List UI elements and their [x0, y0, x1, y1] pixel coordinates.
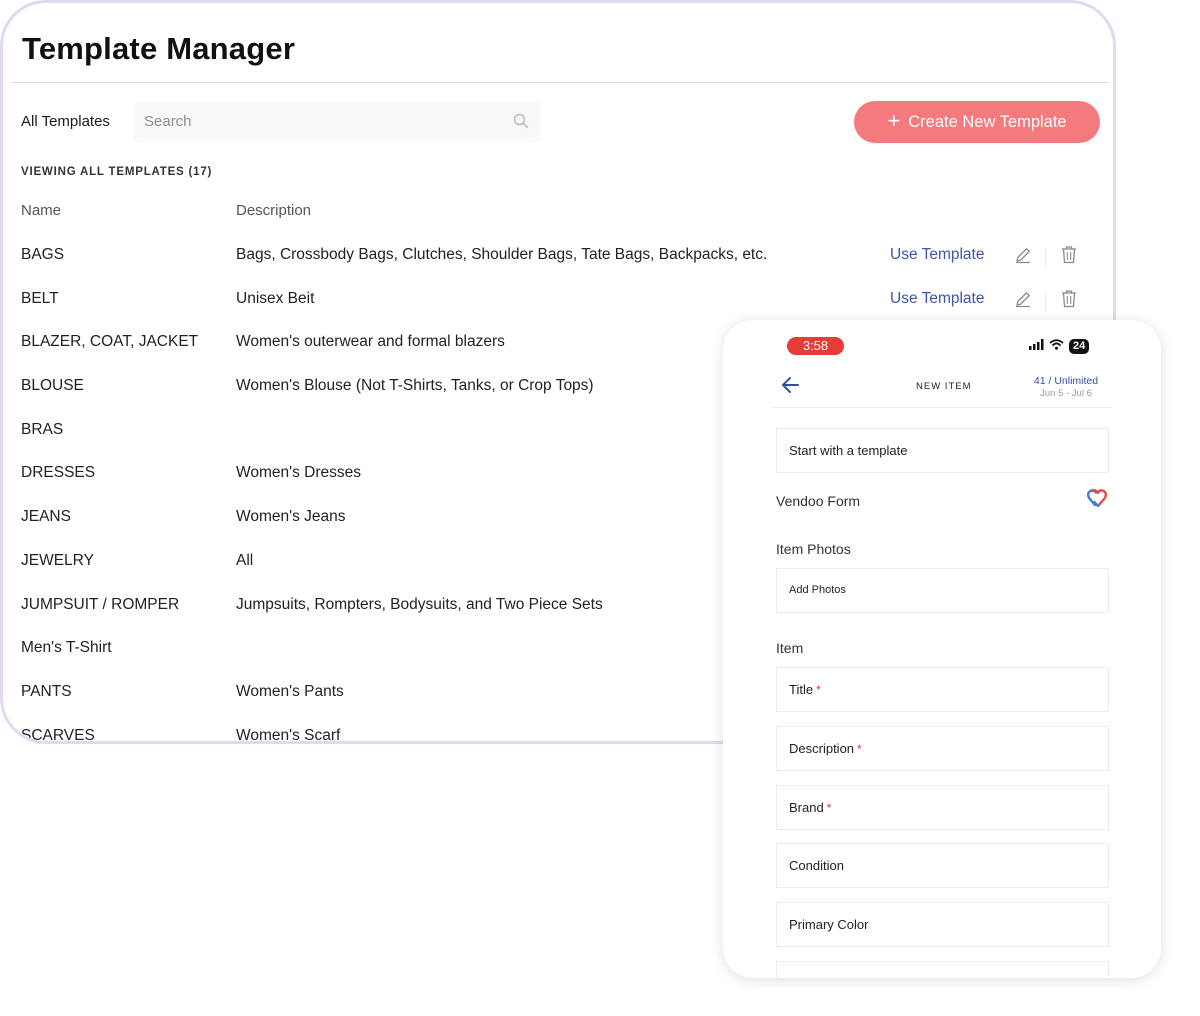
create-button-label: Create New Template [908, 112, 1067, 131]
description-field-label: Description [789, 741, 855, 756]
column-header-description: Description [236, 202, 312, 219]
brand-field[interactable]: Brand * [776, 785, 1109, 830]
primary-color-field-label: Primary Color [789, 917, 869, 932]
item-photos-label: Item Photos [776, 541, 851, 557]
status-icons: 24 [1029, 337, 1090, 355]
template-name: JUMPSUIT / ROMPER [21, 595, 180, 613]
signal-icon [1029, 337, 1044, 355]
plus-icon: + [887, 108, 901, 133]
usage-range: Jun 5 - Jul 6 [1040, 388, 1092, 399]
nav-title: NEW ITEM [916, 381, 972, 392]
delete-trash-icon[interactable] [1061, 289, 1077, 313]
condition-field[interactable]: Condition [776, 843, 1109, 888]
battery-indicator: 24 [1069, 338, 1090, 354]
condition-field-label: Condition [789, 858, 844, 873]
required-mark: * [826, 801, 832, 815]
divider [11, 82, 1109, 83]
table-header: Name Description [21, 202, 1091, 232]
back-arrow-icon[interactable] [781, 377, 799, 398]
title-field-label: Title [789, 682, 814, 697]
item-section-label: Item [776, 640, 804, 656]
create-new-template-button[interactable]: + Create New Template [854, 101, 1100, 143]
template-description: Women's Pants [236, 682, 344, 700]
vendoo-form-label: Vendoo Form [776, 493, 861, 509]
brand-field-label: Brand [789, 800, 824, 815]
edit-pencil-icon[interactable] [1014, 290, 1032, 313]
usage-count: 41 / Unlimited [1033, 375, 1099, 387]
table-row: BELT Unisex Beit Use Template [3, 280, 1113, 324]
title-field[interactable]: Title * [776, 667, 1109, 712]
table-row: BAGS Bags, Crossbody Bags, Clutches, Shou… [3, 236, 1113, 280]
start-with-template-button[interactable]: Start with a template [776, 428, 1109, 473]
description-field[interactable]: Description * [776, 726, 1109, 771]
search-icon[interactable] [513, 113, 529, 134]
next-field-partial[interactable] [776, 961, 1109, 978]
divider [771, 407, 1113, 408]
required-mark: * [816, 683, 821, 697]
search-box [134, 101, 540, 142]
required-mark: * [857, 742, 862, 756]
template-name: DRESSES [21, 464, 96, 482]
template-name: BAGS [21, 246, 65, 263]
template-description: Women's Jeans [236, 508, 346, 526]
divider [1045, 291, 1046, 312]
template-name: JEANS [21, 508, 71, 526]
vendoo-heart-icon [1086, 489, 1109, 512]
template-name: JEWELRY [21, 551, 94, 569]
viewing-count-label: VIEWING ALL TEMPLATES (17) [21, 166, 213, 178]
template-name: BELT [21, 289, 59, 307]
template-name: BRAS [21, 420, 64, 438]
template-name: BLAZER, COAT, JACKET [21, 333, 199, 351]
template-name: Men's T-Shirt [21, 639, 112, 657]
template-description: Unisex Beit [236, 289, 315, 307]
search-input[interactable] [134, 101, 494, 142]
page-title: Template Manager [22, 31, 296, 66]
all-templates-filter[interactable]: All Templates [21, 113, 110, 130]
status-time: 3:58 [787, 337, 844, 355]
wifi-icon [1049, 337, 1064, 355]
divider [1045, 248, 1046, 268]
usage-info: 41 / Unlimited Jun 5 - Jul 6 [1023, 375, 1109, 399]
edit-pencil-icon[interactable] [1014, 246, 1032, 269]
template-description: Women's outerwear and formal blazers [236, 333, 505, 351]
template-description: Bags, Crossbody Bags, Clutches, Shoulder… [236, 246, 768, 263]
delete-trash-icon[interactable] [1061, 245, 1077, 269]
template-description: Jumpsuits, Rompters, Bodysuits, and Two … [236, 595, 603, 613]
template-description: Women's Dresses [236, 464, 361, 482]
add-photos-button[interactable]: Add Photos [776, 568, 1109, 613]
template-description: All [236, 551, 254, 569]
template-description: Women's Blouse (Not T-Shirts, Tanks, or … [236, 377, 594, 395]
use-template-link[interactable]: Use Template [890, 290, 984, 308]
mobile-new-item-screen: 3:58 24 NEW ITEM 41 / Unlimited Jun 5 - … [723, 320, 1161, 978]
use-template-link[interactable]: Use Template [890, 246, 984, 264]
template-name: BLOUSE [21, 377, 84, 395]
primary-color-field[interactable]: Primary Color [776, 902, 1109, 947]
column-header-name: Name [21, 202, 62, 219]
template-description: Women's Scarf [236, 726, 341, 744]
template-name: SCARVES [21, 726, 95, 744]
template-name: PANTS [21, 682, 72, 700]
